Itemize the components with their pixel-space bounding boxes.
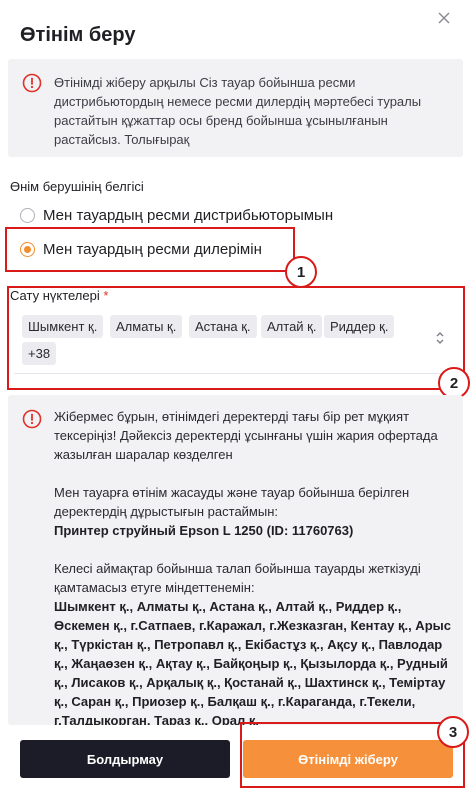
cancel-button[interactable]: Болдырмау: [20, 740, 230, 778]
info-text: Өтінімді жіберу арқылы Сіз тауар бойынша…: [54, 73, 454, 149]
regions-list: Шымкент қ., Алматы қ., Астана қ., Алтай …: [54, 599, 451, 725]
info-box: Өтінімді жіберу арқылы Сіз тауар бойынша…: [8, 59, 463, 157]
notice-confirm: Мен тауарға өтінім жасауды және тауар бо…: [54, 483, 456, 540]
notice-box[interactable]: Жібермес бұрын, өтінімдегі деректерді та…: [8, 395, 463, 725]
highlight-box-3: [240, 722, 465, 788]
annotation-badge-1: 1: [285, 256, 317, 288]
product-name: Принтер струйный Epson L 1250 (ID: 11760…: [54, 523, 354, 538]
warning-circle-icon: [22, 73, 42, 93]
annotation-badge-3: 3: [437, 716, 469, 748]
provider-type-label: Өнім берушінің белгісі: [10, 179, 144, 194]
notice-confirm-text: Мен тауарға өтінім жасауды және тауар бо…: [54, 485, 410, 519]
warning-circle-icon: [22, 409, 42, 429]
notice-warning: Жібермес бұрын, өтінімдегі деректерді та…: [54, 409, 438, 462]
more-link[interactable]: Толығырақ: [124, 132, 189, 147]
radio-label: Мен тауардың ресми дистрибьюторымын: [43, 207, 334, 224]
radio-circle[interactable]: [20, 208, 35, 223]
apply-modal: Өтінім беру Өтінімді жіберу арқылы Сіз т…: [0, 0, 471, 800]
close-icon[interactable]: [437, 11, 451, 25]
highlight-box-1: [5, 227, 295, 272]
info-message: Өтінімді жіберу арқылы Сіз тауар бойынша…: [54, 75, 422, 147]
notice-regions-text: Келесі аймақтар бойынша талап бойынша та…: [54, 561, 421, 595]
highlight-box-2: [7, 286, 465, 390]
notice-regions: Келесі аймақтар бойынша талап бойынша та…: [54, 559, 456, 725]
radio-distributor[interactable]: Мен тауардың ресми дистрибьюторымын: [20, 207, 333, 224]
modal-title: Өтінім беру: [20, 24, 136, 46]
notice-text: Жібермес бұрын, өтінімдегі деректерді та…: [54, 407, 456, 725]
